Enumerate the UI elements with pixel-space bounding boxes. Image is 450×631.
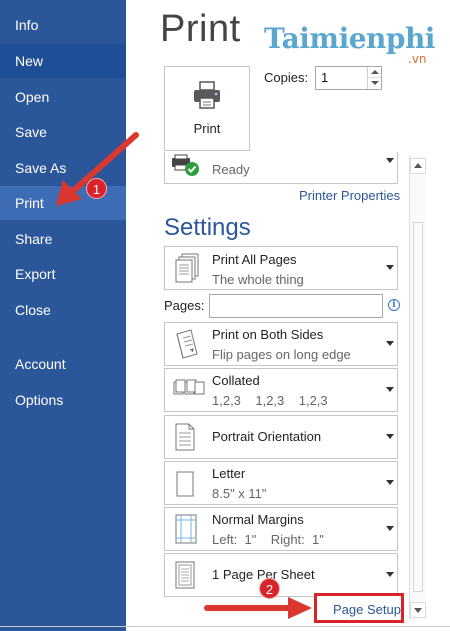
arrow-2 bbox=[204, 597, 312, 619]
word-backstage-print: Info New Open Save Save As Print Share E… bbox=[0, 0, 450, 631]
step-badge-2: 2 bbox=[259, 578, 280, 599]
step-badge-1: 1 bbox=[86, 178, 107, 199]
annotation-arrows bbox=[56, 132, 312, 619]
